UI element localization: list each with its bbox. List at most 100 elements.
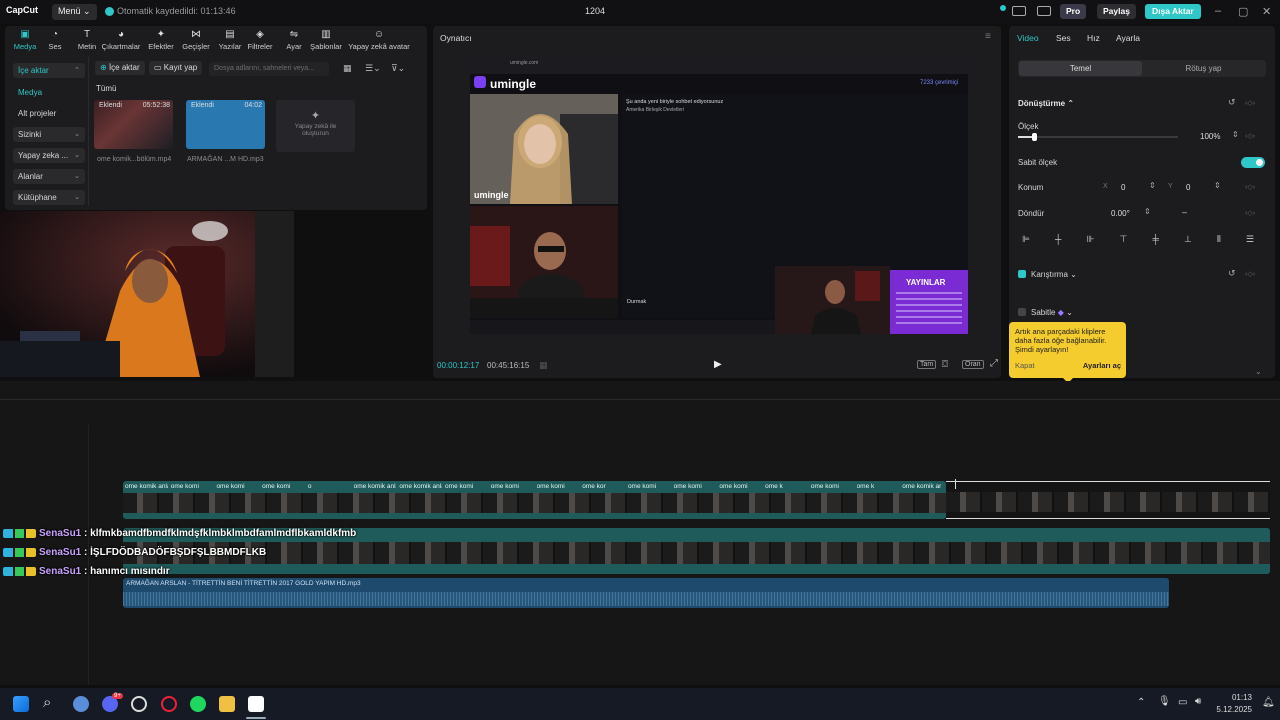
tray-chevron-icon[interactable]: ⌃ bbox=[1137, 697, 1145, 708]
align-top-icon[interactable]: ⊤ bbox=[1120, 234, 1128, 244]
reset-icon[interactable]: ↺ bbox=[1228, 268, 1236, 279]
import-button[interactable]: ⊕ İçe aktar bbox=[95, 61, 145, 75]
chevron-down-icon[interactable]: ⌄ bbox=[1255, 367, 1262, 376]
filter-all-tab[interactable]: Tümü bbox=[96, 84, 116, 93]
search-input[interactable]: Dosya adlarını, sahneleri veya... bbox=[209, 62, 329, 76]
share-button[interactable]: Paylaş bbox=[1097, 4, 1136, 19]
clip-label: ome k bbox=[765, 483, 783, 490]
sidebar-item-spaces[interactable]: Alanlar ⌄ bbox=[13, 169, 85, 184]
record-button[interactable]: ▭ Kayıt yap bbox=[149, 61, 203, 75]
layout-icon[interactable] bbox=[1012, 6, 1026, 16]
capcut-icon[interactable] bbox=[248, 696, 264, 712]
playhead[interactable] bbox=[955, 479, 956, 489]
opera-icon[interactable] bbox=[161, 696, 177, 712]
ai-create-card[interactable]: ✦ Yapay zekâ ile oluşturun bbox=[276, 100, 355, 152]
tool-9[interactable]: ▥ Şablonlar bbox=[306, 30, 346, 52]
filter-icon[interactable]: ⊽⌄ bbox=[391, 63, 405, 74]
blend-section[interactable]: Karıştırma ⌄ bbox=[1031, 270, 1077, 279]
stabilize-section[interactable]: Sabitle ◆ ⌄ bbox=[1031, 308, 1073, 317]
segment-retouch[interactable]: Rötuş yap bbox=[1142, 61, 1265, 76]
shortcut-icon[interactable] bbox=[1037, 6, 1051, 16]
file-explorer-icon[interactable] bbox=[219, 696, 235, 712]
fullscreen-icon[interactable]: ⤢ bbox=[990, 358, 998, 369]
keyframe-icon[interactable]: ‹◇› bbox=[1245, 209, 1255, 217]
tool-3[interactable]: ◕ Çıkartmalar bbox=[101, 30, 141, 52]
distribute-h-icon[interactable]: ⫴ bbox=[1217, 234, 1221, 244]
stepper-icon[interactable]: ⇕ bbox=[1149, 181, 1156, 190]
transform-section[interactable]: Dönüştürme ⌃ bbox=[1018, 99, 1074, 108]
keyframe-icon[interactable]: ‹◇› bbox=[1245, 183, 1255, 191]
tab-speed[interactable]: Hız bbox=[1087, 33, 1100, 43]
snapshot-icon[interactable]: ⌼ bbox=[942, 359, 948, 370]
clip-label: ome komik anla bbox=[125, 483, 168, 490]
reset-icon[interactable]: ↺ bbox=[1228, 97, 1236, 108]
menu-lines-icon[interactable]: ≡ bbox=[985, 31, 991, 42]
scale-value[interactable]: 100% bbox=[1200, 132, 1220, 141]
steam-icon[interactable] bbox=[131, 696, 147, 712]
keyframe-icon[interactable]: ‹◇› bbox=[1245, 99, 1255, 107]
tab-adjust[interactable]: Ayarla bbox=[1116, 33, 1140, 43]
sidebar-item-subprojects[interactable]: Alt projeler bbox=[13, 106, 85, 121]
clock-date[interactable]: 5.12.2025 bbox=[1208, 705, 1252, 714]
network-icon[interactable]: ▭ bbox=[1178, 697, 1187, 708]
align-right-icon[interactable]: ⊪ bbox=[1087, 234, 1095, 244]
scale-slider[interactable] bbox=[1018, 133, 1178, 141]
full-quality-button[interactable]: Tam bbox=[917, 360, 937, 369]
tool-4[interactable]: ✦ Efektler bbox=[141, 30, 181, 52]
spotify-icon[interactable] bbox=[190, 696, 206, 712]
align-center-h-icon[interactable]: ┼ bbox=[1055, 234, 1061, 244]
windows-start-icon[interactable] bbox=[13, 696, 29, 712]
grid-view-icon[interactable]: ▦ bbox=[343, 63, 352, 74]
close-icon[interactable]: ✕ bbox=[1262, 5, 1271, 18]
tool-10[interactable]: ☺ Yapay zekâ avatar bbox=[348, 30, 410, 52]
align-bottom-icon[interactable]: ⊥ bbox=[1184, 234, 1192, 244]
fixed-scale-toggle[interactable] bbox=[1241, 157, 1265, 168]
minimize-icon[interactable]: – bbox=[1215, 5, 1221, 17]
sidebar-item-import[interactable]: İçe aktar ⌃ bbox=[13, 63, 85, 78]
selected-clip[interactable] bbox=[946, 481, 1270, 519]
stabilize-checkbox[interactable] bbox=[1018, 308, 1026, 316]
align-left-icon[interactable]: ⊫ bbox=[1022, 234, 1030, 244]
tooltip-close-button[interactable]: Kapat bbox=[1015, 361, 1035, 370]
microphone-icon[interactable]: 🎙︎ bbox=[1158, 696, 1171, 707]
main-video-track[interactable]: ome komik anla ome komi ome komi ome komi o o… bbox=[123, 481, 946, 519]
sidebar-item-media[interactable]: Medya bbox=[13, 85, 85, 100]
keyframe-icon[interactable]: ‹◇› bbox=[1245, 132, 1255, 140]
rotate-input[interactable]: 0.00° bbox=[1111, 209, 1130, 218]
tooltip-open-settings-button[interactable]: Ayarları aç bbox=[1083, 361, 1121, 370]
align-center-v-icon[interactable]: ╪ bbox=[1152, 234, 1158, 244]
tab-audio[interactable]: Ses bbox=[1056, 33, 1071, 43]
audio-track[interactable]: ARMAĞAN ARSLAN - TİTRETTİN BENİ TİTRETTİ… bbox=[123, 578, 1169, 608]
menu-button[interactable]: Menü ⌄ bbox=[52, 4, 97, 20]
sidebar-item-library[interactable]: Kütüphane ⌄ bbox=[13, 190, 85, 205]
search-icon[interactable]: ⌕ bbox=[43, 694, 51, 711]
stepper-icon[interactable]: ⇕ bbox=[1214, 181, 1221, 190]
play-icon[interactable]: ▶ bbox=[714, 359, 722, 370]
pro-button[interactable]: Pro bbox=[1060, 4, 1087, 19]
rotate-dial-icon[interactable]: – bbox=[1182, 207, 1187, 217]
tab-video[interactable]: Video bbox=[1017, 33, 1039, 43]
export-button[interactable]: Dışa Aktar bbox=[1145, 4, 1201, 19]
position-y-input[interactable]: 0 bbox=[1186, 183, 1190, 192]
stepper-icon[interactable]: ⇕ bbox=[1144, 207, 1151, 216]
media-thumb-video[interactable]: Eklendi 05:52:38 bbox=[94, 100, 173, 149]
tool-icon: ◔ bbox=[51, 29, 59, 40]
blend-checkbox[interactable] bbox=[1018, 270, 1026, 278]
sidebar-item-ai[interactable]: Yapay zeka ... ⌄ bbox=[13, 148, 85, 163]
media-thumb-audio[interactable]: Eklendi 04:02 bbox=[186, 100, 265, 149]
notifications-icon[interactable]: 🔔︎ bbox=[1262, 697, 1275, 708]
position-x-input[interactable]: 0 bbox=[1121, 183, 1125, 192]
distribute-v-icon[interactable]: ☰ bbox=[1246, 234, 1254, 244]
volume-icon[interactable]: 🔊︎ bbox=[1195, 696, 1201, 707]
maximize-icon[interactable]: ▢ bbox=[1238, 5, 1248, 18]
stepper-icon[interactable]: ⇕ bbox=[1232, 130, 1239, 139]
keyframe-icon[interactable]: ‹◇› bbox=[1245, 270, 1255, 278]
scale-slider-knob[interactable] bbox=[1032, 133, 1037, 141]
segment-basic[interactable]: Temel bbox=[1019, 61, 1142, 76]
widgets-icon[interactable] bbox=[73, 696, 89, 712]
sidebar-item-yours[interactable]: Sizinki ⌄ bbox=[13, 127, 85, 142]
clock-time[interactable]: 01:13 bbox=[1212, 693, 1252, 702]
ratio-button[interactable]: Oran bbox=[962, 360, 984, 369]
sidebar-item-label: Medya bbox=[18, 88, 43, 97]
sort-icon[interactable]: ☰⌄ bbox=[365, 63, 381, 74]
